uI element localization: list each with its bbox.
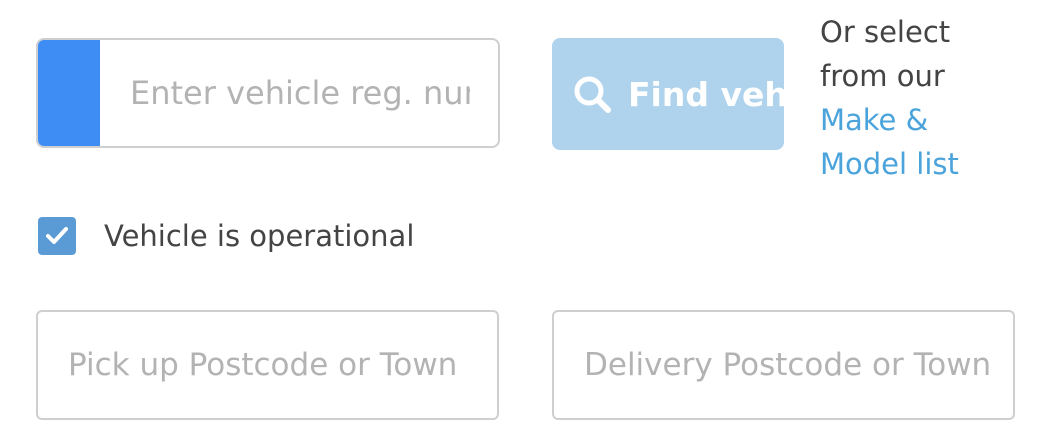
delivery-field[interactable] <box>552 310 1015 420</box>
make-model-prefix: Or select from our <box>820 15 951 93</box>
operational-checkbox[interactable] <box>38 217 76 255</box>
make-model-prompt: Or select from our Make & Model list <box>820 10 1020 186</box>
registration-plate-flag <box>38 40 100 146</box>
pickup-field[interactable] <box>36 310 499 420</box>
operational-row: Vehicle is operational <box>38 216 414 256</box>
delivery-postcode-input[interactable] <box>554 312 1013 418</box>
search-icon <box>572 74 612 114</box>
make-model-link[interactable]: Make & Model list <box>820 103 959 181</box>
pickup-postcode-input[interactable] <box>38 312 497 418</box>
find-vehicle-label: Find vehicle <box>628 74 784 114</box>
find-vehicle-button[interactable]: Find vehicle <box>552 38 784 150</box>
registration-field[interactable] <box>36 38 500 148</box>
operational-label[interactable]: Vehicle is operational <box>104 219 414 253</box>
checkmark-icon <box>46 227 68 244</box>
registration-input[interactable] <box>100 40 470 146</box>
vehicle-search-form: Find vehicle Or select from our Make & M… <box>0 0 1044 444</box>
